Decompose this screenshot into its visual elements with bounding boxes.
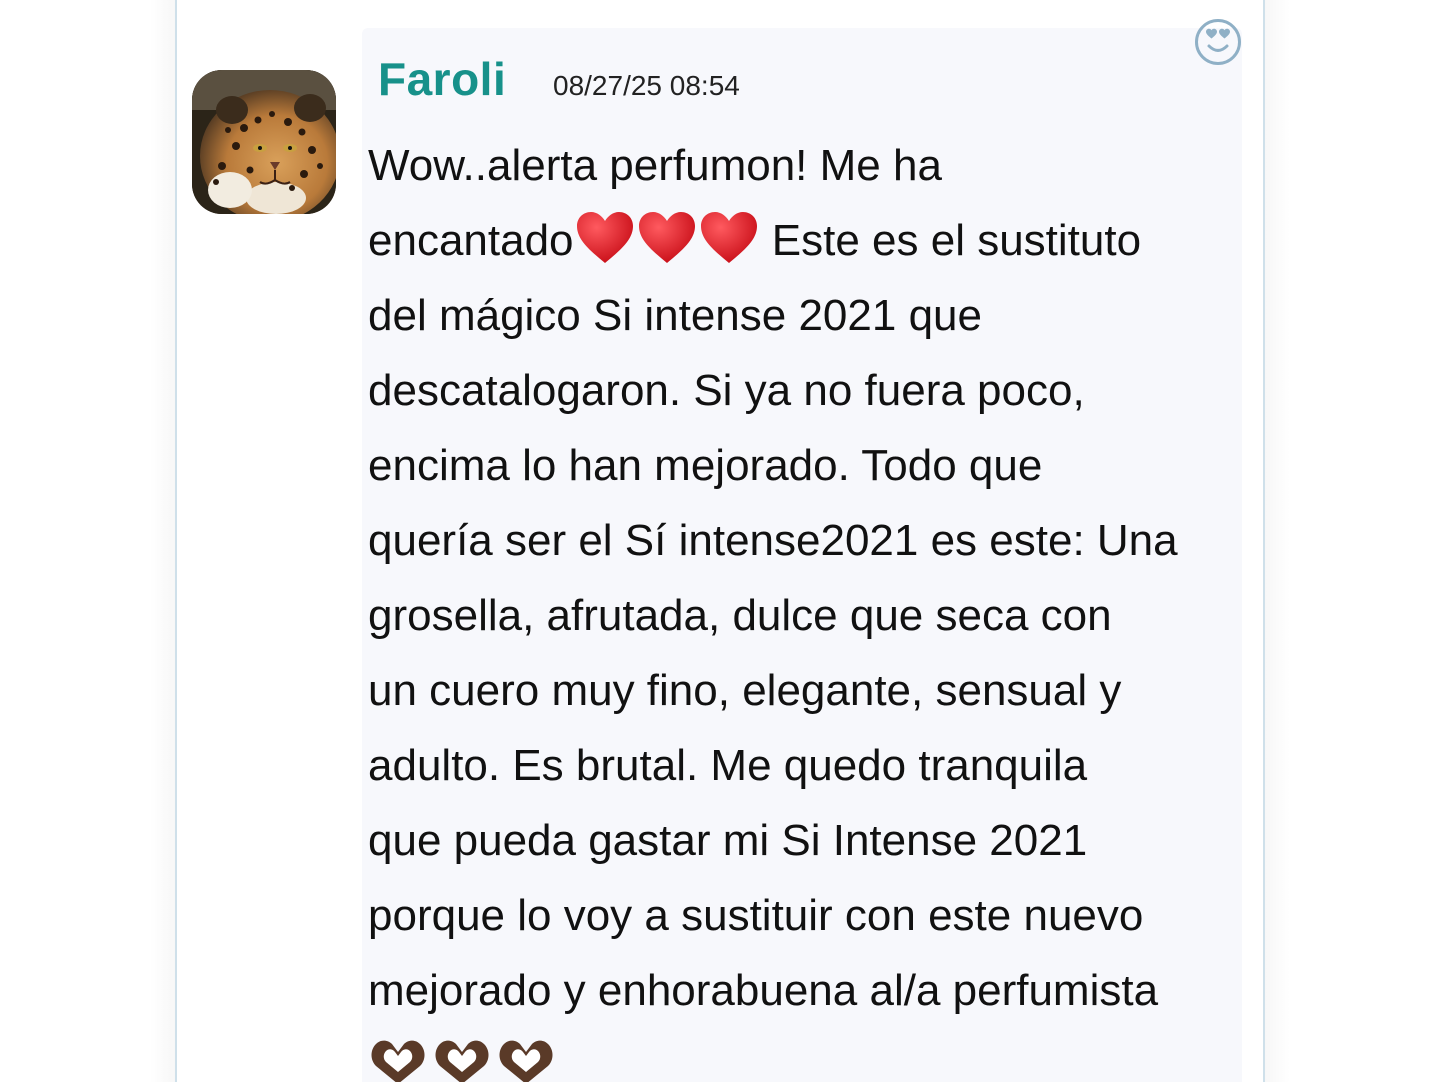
message-body: Wow..alerta perfumon! Me ha encantado Es…	[368, 128, 1248, 1082]
heart-hands-icon	[496, 1038, 556, 1082]
heart-hands-icon	[368, 1038, 428, 1082]
message-line: un cuero muy fino, elegante, sensual y	[368, 666, 1122, 715]
red-heart-icon	[698, 209, 760, 267]
message-line-text: encantado	[368, 216, 574, 265]
message-line: descatalogaron. Si ya no fuera poco,	[368, 366, 1085, 415]
heart-eyes-face-icon	[1195, 19, 1241, 65]
author-name[interactable]: Faroli	[378, 52, 506, 106]
heart-hands-icon	[432, 1038, 492, 1082]
message-line	[368, 1028, 1248, 1082]
card-shadow-left	[150, 0, 175, 1082]
jaguar-avatar-image	[192, 70, 336, 214]
message-line: quería ser el Sí intense2021 es este: Un…	[368, 516, 1178, 565]
message-line: Wow..alerta perfumon! Me ha	[368, 141, 942, 190]
message-line: grosella, afrutada, dulce que seca con	[368, 591, 1112, 640]
red-heart-icon	[574, 209, 636, 267]
react-button[interactable]	[1194, 18, 1242, 66]
message-line: mejorado y enhorabuena al/a perfumista	[368, 966, 1159, 1015]
card-shadow-right	[1265, 0, 1290, 1082]
message-line: del mágico Si intense 2021 que	[368, 291, 982, 340]
message-line-text: Este es el sustituto	[771, 216, 1142, 265]
avatar[interactable]	[192, 70, 336, 214]
red-heart-icon	[636, 209, 698, 267]
message-line: adulto. Es brutal. Me quedo tranquila	[368, 741, 1088, 790]
post-timestamp: 08/27/25 08:54	[553, 70, 740, 101]
page: Faroli 08/27/25 08:54 Wow..alerta perfum…	[0, 0, 1442, 1082]
message-line: encima lo han mejorado. Todo que	[368, 441, 1043, 490]
message-line: porque lo voy a sustituir con este nuevo	[368, 891, 1144, 940]
message-line: encantado Este es el sustituto	[368, 203, 1248, 278]
message-line: que pueda gastar mi Si Intense 2021	[368, 816, 1088, 865]
